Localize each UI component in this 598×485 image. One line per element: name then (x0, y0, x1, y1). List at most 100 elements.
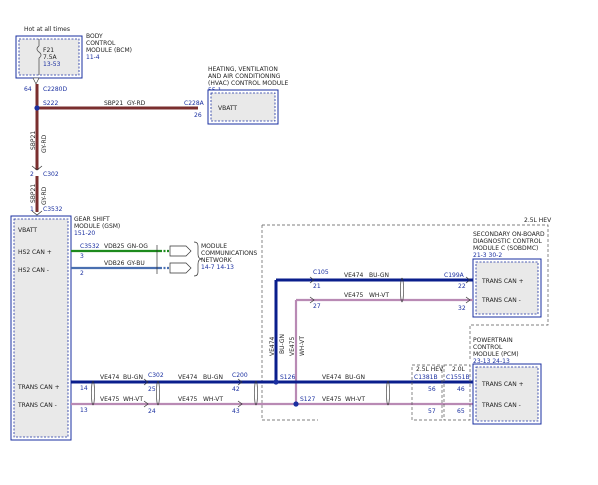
c302-top-pin: 2 (30, 171, 34, 178)
c1381b-pin-plus: 56 (428, 386, 436, 393)
pcm-pin-trans-can-plus: TRANS CAN + (481, 381, 524, 388)
c105-pin-minus: 27 (313, 303, 321, 310)
c1551b-pin-minus: 65 (457, 408, 465, 415)
hs2-minus-pin: 2 (80, 270, 84, 277)
gsm-name-line-1: GEAR SHIFT (74, 216, 110, 223)
pcm-name-line-2: CONTROL (473, 344, 503, 351)
hvac-name-line-3: (HVAC) CONTROL MODULE (208, 80, 288, 87)
fuse-rating: 7.5A (43, 54, 58, 61)
c105-pin-plus: 21 (313, 283, 321, 290)
gsm-pin-trans-can-minus: TRANS CAN - (17, 402, 57, 409)
wire-vdb25-circuit: VDB25 (104, 243, 125, 250)
wire-ve475-sobdmc-color: WH-VT (369, 292, 389, 299)
wire-gyrd-vertical-label: GY-RD (41, 134, 48, 153)
gsm-name-line-2: MODULE (GSM) (74, 223, 120, 230)
wire-ve474-vertical-color: BU-GN (279, 334, 286, 354)
sobdmc-name-line-1: SECONDARY ON-BOARD (473, 231, 545, 238)
twist-marker-4 (386, 380, 390, 406)
seg2-minus-circuit: VE475 (178, 396, 198, 403)
hvac-vbatt-label: VBATT (218, 105, 237, 112)
sobdmc-pin-minus: 32 (458, 305, 466, 312)
c1381b-connector: C1381B (414, 374, 438, 381)
wire-sbp21-gsm-label: SBP21 (30, 184, 37, 203)
bcm-name-line-3: MODULE (BCM) (86, 47, 132, 54)
gsm-pin-trans-can-plus: TRANS CAN + (17, 384, 60, 391)
pcm-pin-trans-can-minus: TRANS CAN - (481, 402, 521, 409)
wire-ve475-sobdmc-circuit: VE475 (344, 292, 364, 299)
seg1-plus-color: BU-GN (123, 374, 143, 381)
bcm-name-line-2: CONTROL (86, 40, 116, 47)
hs2-plus-pin: 3 (80, 253, 84, 260)
sobdmc-pin-plus: 22 (458, 283, 466, 290)
hvac-name-line-1: HEATING, VENTILATION (208, 66, 278, 73)
c200-pin-minus: 43 (232, 408, 240, 415)
splice-s126-dot (273, 379, 279, 385)
c1381b-pin-minus: 57 (428, 408, 436, 415)
pcm-module-inner (475, 366, 539, 422)
splice-s127-label: S127 (300, 396, 315, 403)
splice-s222-label: S222 (43, 100, 58, 107)
pcm-name-line-3: MODULE (PCM) (473, 351, 519, 358)
c1551b-connector: C1551B (446, 374, 470, 381)
fuse-number: F21 (43, 47, 54, 54)
seg3-plus-circuit: VE474 (322, 374, 342, 381)
twist-marker-1 (91, 380, 95, 406)
seg3-plus-color: BU-GN (345, 374, 365, 381)
bcm-connector: C2280D (43, 86, 67, 93)
hev-region-label: 2.5L HEV (524, 217, 552, 224)
sobdmc-name-line-3: MODULE C (SOBDMC) (473, 245, 538, 252)
wire-vdb26-circuit: VDB26 (104, 260, 125, 267)
hot-at-all-times-label: Hot at all times (24, 26, 70, 33)
wire-gyrd-gsm-label: GY-RD (41, 186, 48, 205)
c302-trans-pin-minus: 24 (148, 408, 156, 415)
seg1-minus-color: WH-VT (123, 396, 143, 403)
mcn-name-line-3: NETWORK (201, 257, 233, 264)
wire-sbp21-label: SBP21 (104, 100, 123, 107)
mcn-arrow-plus-icon (169, 245, 192, 257)
c105-connector: C105 (313, 269, 329, 276)
seg3-minus-color: WH-VT (345, 396, 365, 403)
wiring-diagram: Hot at all times F21 7.5A 13-53 BODY CON… (10, 26, 552, 441)
hvac-pin: 26 (194, 112, 202, 119)
wire-gyrd-label: GY-RD (127, 100, 146, 107)
hs2-connector: C3532 (80, 243, 100, 250)
twist-marker-2 (156, 380, 160, 406)
seg2-plus-color: BU-GN (203, 374, 223, 381)
seg2-plus-circuit: VE474 (178, 374, 198, 381)
twist-marker-3 (254, 380, 258, 406)
wire-ve474-sobdmc-color: BU-GN (369, 272, 389, 279)
c302-top-connector: C302 (43, 171, 59, 178)
bcm-name-line-1: BODY (86, 33, 103, 40)
wire-vdb26-color: GY-BU (127, 260, 145, 267)
bcm-ref: 11-4 (86, 54, 100, 61)
wire-vdb25-color: GN-OG (127, 243, 148, 250)
gsm-pin-hs2-can-minus: HS2 CAN - (18, 267, 49, 274)
seg1-plus-circuit: VE474 (100, 374, 120, 381)
c200-connector: C200 (232, 372, 248, 379)
wire-ve475-vertical-circuit: VE475 (289, 336, 296, 356)
splice-s126-label: S126 (280, 374, 295, 381)
wire-sbp21-vertical-label: SBP21 (30, 131, 37, 150)
seg1-minus-circuit: VE475 (100, 396, 120, 403)
pcm-name-line-1: POWERTRAIN (473, 337, 513, 344)
c1381b-variant-label: 2.5L HEV (416, 366, 444, 373)
sobdmc-pin-trans-can-plus: TRANS CAN + (481, 278, 524, 285)
sobdmc-module-inner (475, 261, 539, 315)
sobdmc-ref: 21-3 30-2 (473, 252, 502, 259)
c1551b-variant-label: 2.0L (452, 366, 466, 373)
c3532-top-connector: C3532 (43, 206, 63, 213)
gsm-trans-pin-minus: 13 (80, 407, 88, 414)
wire-ve474-sobdmc-circuit: VE474 (344, 272, 364, 279)
bcm-pin: 64 (24, 86, 32, 93)
wire-ve474-vertical-circuit: VE474 (269, 336, 276, 356)
wire-ve475-vertical-color: WH-VT (299, 336, 306, 356)
sobdmc-name-line-2: DIAGNOSTIC CONTROL (473, 238, 543, 245)
sobdmc-pin-trans-can-minus: TRANS CAN - (481, 297, 521, 304)
mcn-ref: 14-7 14-13 (201, 264, 234, 271)
seg2-minus-color: WH-VT (203, 396, 223, 403)
gsm-pin-hs2-can-plus: HS2 CAN + (18, 249, 52, 256)
gsm-trans-pin-plus: 14 (80, 385, 88, 392)
mcn-arrow-minus-icon (169, 262, 192, 274)
c302-trans-pin-plus: 25 (148, 386, 156, 393)
gsm-pin-vbatt: VBATT (18, 227, 37, 234)
